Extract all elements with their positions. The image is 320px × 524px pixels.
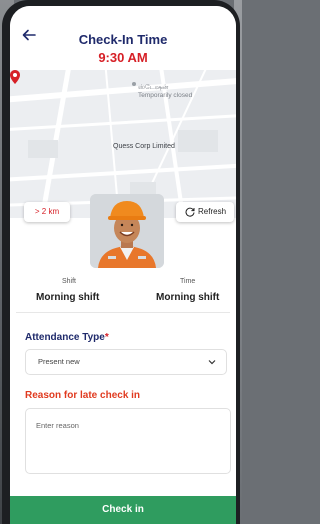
map-pin-icon — [10, 70, 20, 84]
time-value: Morning shift — [156, 292, 220, 303]
map-poi-label: ஸ்டேஷன் Temporarily closed — [138, 84, 192, 100]
refresh-button[interactable]: Refresh — [176, 202, 234, 222]
required-mark: * — [104, 332, 109, 343]
page-title: Check-In Time — [78, 32, 168, 47]
checkin-time: 9:30 AM — [98, 50, 148, 65]
shift-label: Shift — [62, 278, 77, 285]
screen: Check-In Time 9:30 AM ஸ்டேஷன் Temporaril… — [10, 6, 236, 524]
reason-input[interactable]: Enter reason — [25, 408, 231, 474]
phone-frame: Check-In Time 9:30 AM ஸ்டேஷன் Temporaril… — [2, 0, 240, 524]
time-label: Time — [180, 278, 196, 285]
map-poi-status: Temporarily closed — [138, 92, 193, 99]
distance-chip: > 2 km — [24, 202, 70, 222]
header: Check-In Time 9:30 AM — [10, 6, 236, 68]
map-location-label: Quess Corp Limited — [113, 143, 175, 150]
refresh-label: Refresh — [198, 207, 227, 216]
checkin-button[interactable]: Check in — [10, 496, 236, 524]
worker-photo — [90, 194, 164, 268]
reason-placeholder: Enter reason — [36, 421, 79, 430]
map-poi-label-line: ஸ்டேஷன் — [138, 84, 169, 91]
attendance-type-text: Attendance Type — [25, 332, 105, 343]
attendance-type-value: Present new — [38, 357, 80, 366]
attendance-type-select[interactable]: Present new — [25, 349, 227, 375]
reason-label: Reason for late check in — [25, 390, 141, 401]
avatar — [90, 194, 164, 268]
shift-value: Morning shift — [36, 292, 100, 303]
divider — [16, 312, 230, 313]
attendance-type-label: Attendance Type* — [25, 332, 109, 343]
chevron-down-icon — [208, 360, 216, 365]
refresh-icon — [185, 207, 195, 217]
